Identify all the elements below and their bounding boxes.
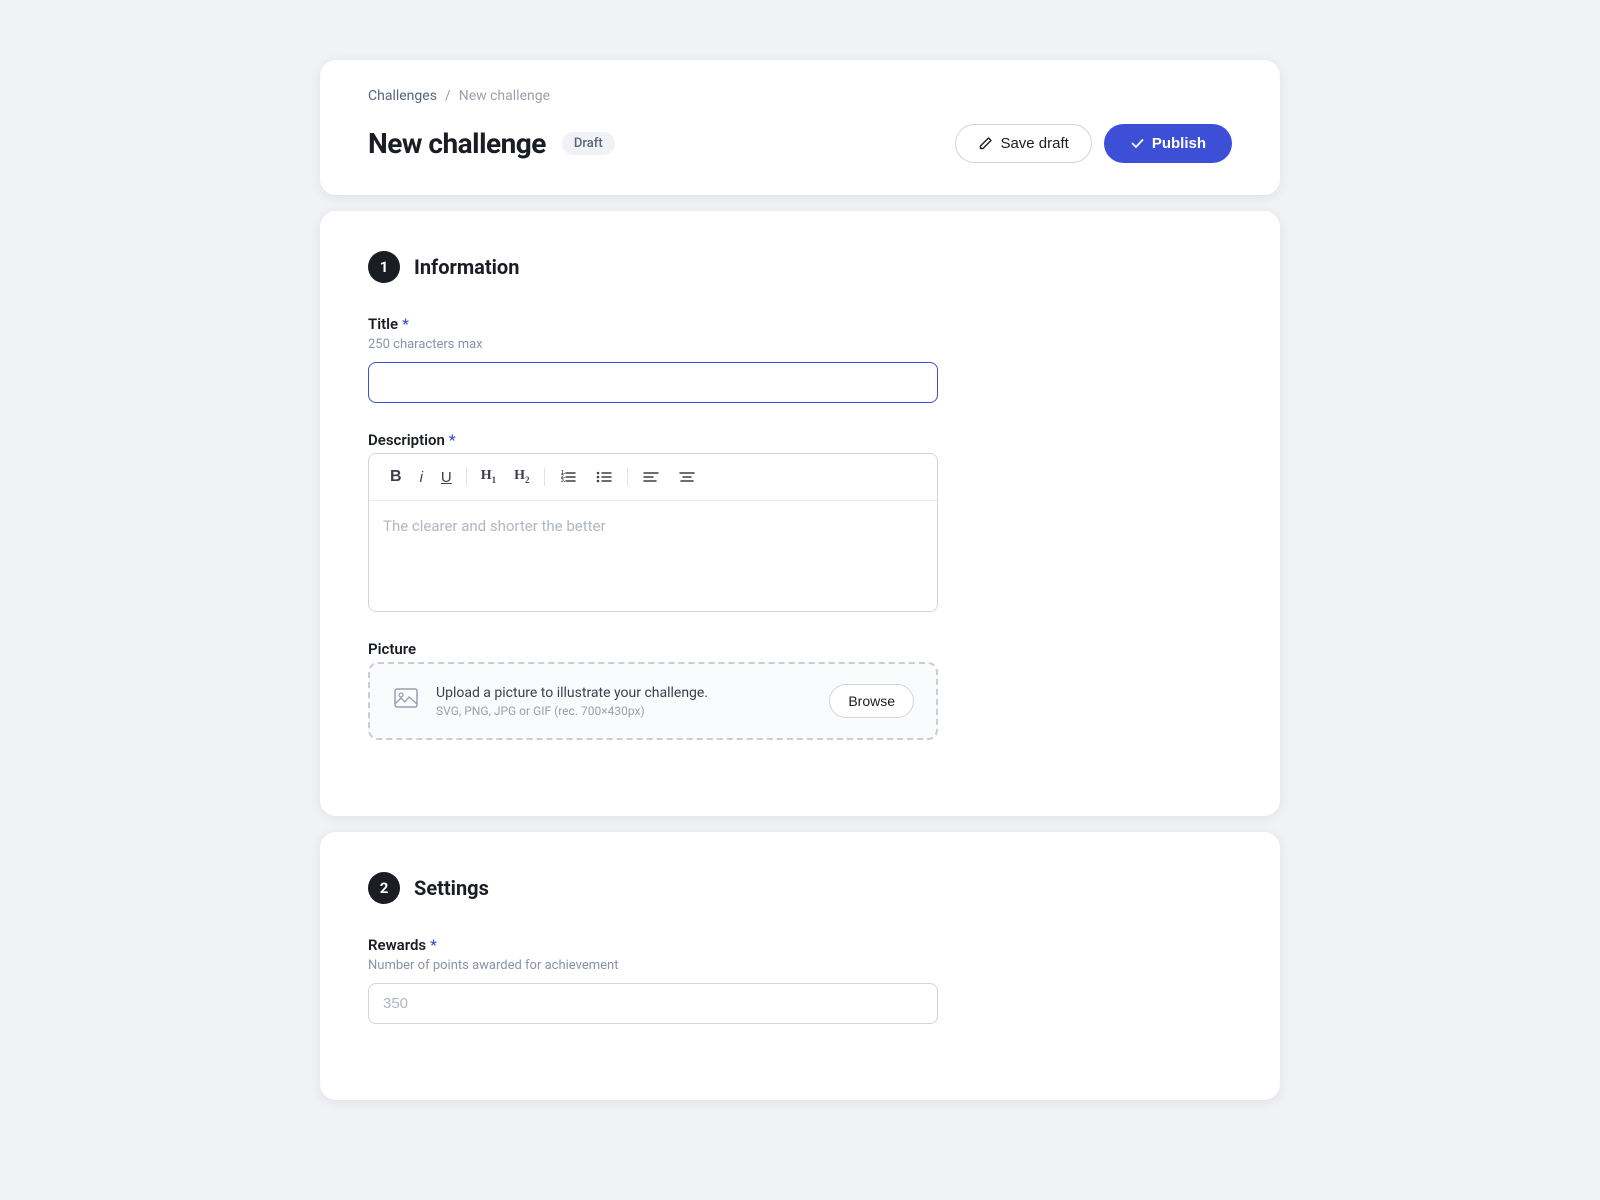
page-title: New challenge <box>368 127 546 160</box>
publish-button[interactable]: Publish <box>1104 124 1232 163</box>
picture-upload-zone[interactable]: Upload a picture to illustrate your chal… <box>368 662 938 740</box>
title-label: Title * <box>368 315 1232 333</box>
toolbar-separator-1 <box>466 468 467 486</box>
check-icon <box>1130 136 1145 151</box>
align-left-icon <box>642 468 660 486</box>
align-center-icon <box>678 468 696 486</box>
unordered-list-icon <box>595 468 613 486</box>
toolbar-unordered-list-button[interactable] <box>588 464 620 490</box>
picture-label: Picture <box>368 640 1232 658</box>
description-input[interactable]: The clearer and shorter the better <box>369 501 937 611</box>
upload-hint-text: SVG, PNG, JPG or GIF (rec. 700×430px) <box>436 704 708 718</box>
section1-header: 1 Information <box>368 251 1232 283</box>
breadcrumb-separator: / <box>445 88 451 104</box>
save-draft-button[interactable]: Save draft <box>955 124 1091 163</box>
title-required: * <box>402 315 409 333</box>
editor-toolbar: B i U H1 H2 <box>369 454 937 501</box>
toolbar-align-center-button[interactable] <box>671 464 703 490</box>
description-field-group: Description * B i U H1 <box>368 431 1232 612</box>
rewards-hint: Number of points awarded for achievement <box>368 958 1232 973</box>
ordered-list-icon: 1. 2. 3. <box>559 468 577 486</box>
title-input[interactable] <box>368 362 938 403</box>
svg-text:3.: 3. <box>561 478 566 484</box>
section1-title: Information <box>414 255 519 279</box>
breadcrumb-current: New challenge <box>459 88 550 104</box>
toolbar-italic-button[interactable]: i <box>413 466 430 489</box>
section2-header: 2 Settings <box>368 872 1232 904</box>
upload-main-text: Upload a picture to illustrate your chal… <box>436 685 708 701</box>
save-draft-label: Save draft <box>1000 135 1068 152</box>
rewards-field-group: Rewards * Number of points awarded for a… <box>368 936 1232 1024</box>
breadcrumb-parent[interactable]: Challenges <box>368 88 437 104</box>
toolbar-separator-2 <box>544 468 545 486</box>
breadcrumb: Challenges / New challenge <box>368 88 1232 104</box>
picture-upload-info: Upload a picture to illustrate your chal… <box>392 684 708 718</box>
rewards-input[interactable] <box>368 983 938 1024</box>
toolbar-align-left-button[interactable] <box>635 464 667 490</box>
status-badge: Draft <box>562 132 615 155</box>
toolbar-h1-button[interactable]: H1 <box>474 465 503 489</box>
description-required: * <box>449 431 456 449</box>
header-actions: Save draft Publish <box>955 124 1232 163</box>
toolbar-bold-button[interactable]: B <box>383 465 409 489</box>
browse-button[interactable]: Browse <box>829 684 914 718</box>
toolbar-underline-button[interactable]: U <box>434 466 459 489</box>
title-hint: 250 characters max <box>368 337 1232 352</box>
toolbar-h2-button[interactable]: H2 <box>507 465 536 489</box>
title-field-group: Title * 250 characters max <box>368 315 1232 403</box>
rewards-required: * <box>430 936 437 954</box>
pencil-icon <box>978 136 993 151</box>
publish-label: Publish <box>1152 135 1206 152</box>
picture-field-group: Picture Upload a picture to illustrate y… <box>368 640 1232 740</box>
rewards-label: Rewards * <box>368 936 1232 954</box>
section2-number: 2 <box>368 872 400 904</box>
image-icon <box>392 684 420 718</box>
toolbar-ordered-list-button[interactable]: 1. 2. 3. <box>552 464 584 490</box>
description-placeholder: The clearer and shorter the better <box>383 517 606 535</box>
section2-title: Settings <box>414 876 489 900</box>
description-editor[interactable]: B i U H1 H2 <box>368 453 938 612</box>
section1-number: 1 <box>368 251 400 283</box>
description-label: Description * <box>368 431 1232 449</box>
toolbar-separator-3 <box>627 468 628 486</box>
